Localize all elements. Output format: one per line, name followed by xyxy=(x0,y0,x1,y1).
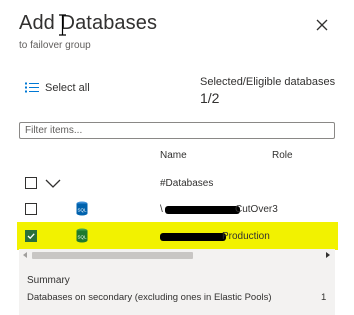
select-all-icon xyxy=(25,82,39,93)
scrollbar-thumb[interactable] xyxy=(32,252,193,259)
summary-section: Summary Databases on secondary (excludin… xyxy=(19,262,335,315)
select-all-button[interactable]: Select all xyxy=(25,82,90,94)
table-row-selected[interactable]: SQL Production xyxy=(17,222,338,250)
summary-value: 1 xyxy=(321,292,327,303)
page-subtitle: to failover group xyxy=(19,40,91,51)
redacted-text xyxy=(165,206,240,214)
table-row[interactable]: SQL \ CutOver3 xyxy=(19,198,337,222)
group-checkbox[interactable] xyxy=(25,177,37,189)
row-checkbox-checked[interactable] xyxy=(25,230,37,242)
sql-database-icon: SQL xyxy=(76,228,88,243)
sql-database-icon: SQL xyxy=(76,201,88,216)
chevron-down-icon[interactable] xyxy=(45,179,61,189)
scroll-right-icon[interactable] xyxy=(326,252,330,258)
group-row[interactable]: #Databases xyxy=(19,172,337,196)
text-cursor-icon xyxy=(59,14,66,36)
summary-title: Summary xyxy=(27,275,70,286)
row-name: Production xyxy=(222,231,270,242)
row-name-prefix: \ xyxy=(160,204,163,215)
redacted-text xyxy=(160,233,226,241)
svg-text:SQL: SQL xyxy=(77,208,87,213)
selected-eligible-count: 1/2 xyxy=(200,90,220,106)
row-name: CutOver3 xyxy=(235,204,278,215)
scroll-left-icon[interactable] xyxy=(23,252,27,258)
horizontal-scrollbar[interactable] xyxy=(19,249,335,262)
filter-input[interactable] xyxy=(19,122,335,139)
group-name: #Databases xyxy=(160,178,214,189)
select-all-label: Select all xyxy=(45,82,90,94)
selected-eligible-label: Selected/Eligible databases xyxy=(200,76,336,88)
row-checkbox[interactable] xyxy=(25,203,37,215)
page-title: Add Databases xyxy=(19,12,158,34)
checkmark-icon xyxy=(27,233,35,240)
svg-text:SQL: SQL xyxy=(77,235,87,240)
column-header-name[interactable]: Name xyxy=(160,150,187,161)
summary-text: Databases on secondary (excluding ones i… xyxy=(27,292,272,303)
close-icon[interactable] xyxy=(313,16,331,34)
column-header-role[interactable]: Role xyxy=(272,150,293,161)
